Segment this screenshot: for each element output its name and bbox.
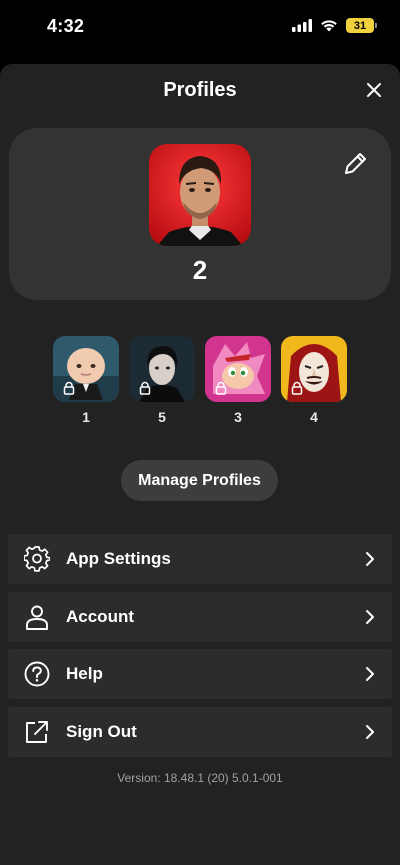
external-link-icon: [23, 718, 51, 746]
menu-label: App Settings: [66, 549, 171, 568]
menu-item-help[interactable]: Help: [8, 649, 392, 699]
active-profile-card: 2: [9, 128, 391, 300]
profile-item[interactable]: 3: [205, 336, 271, 425]
profile-label: 5: [158, 409, 166, 425]
chevron-right-icon: [366, 610, 374, 624]
battery-indicator: 31: [346, 18, 377, 33]
menu-label: Account: [66, 607, 134, 626]
menu-item-account[interactable]: Account: [8, 592, 392, 642]
profile-label: 4: [310, 409, 318, 425]
chevron-right-icon: [366, 667, 374, 681]
lock-icon: [139, 381, 151, 395]
status-time: 4:32: [47, 16, 85, 36]
chevron-right-icon: [366, 725, 374, 739]
profile-item[interactable]: 1: [53, 336, 119, 425]
lock-icon: [63, 381, 75, 395]
profile-list: 1 5 3 4: [0, 336, 400, 426]
active-profile-name: 2: [192, 255, 208, 285]
profile-avatar-pink-hedgehog: [205, 336, 271, 402]
lock-icon: [215, 381, 227, 395]
profile-avatar-dark-hair: [129, 336, 195, 402]
status-bar: 4:32 31: [0, 0, 400, 56]
pencil-icon: [345, 153, 366, 174]
sheet-title: Profiles: [163, 79, 237, 101]
version-text: Version: 18.48.1 (20) 5.0.1-001: [117, 771, 283, 785]
menu-item-app-settings[interactable]: App Settings: [8, 534, 392, 584]
chevron-right-icon: [366, 552, 374, 566]
profiles-sheet: Profiles 2 1 5 3 4 Manage Profiles App S…: [0, 64, 400, 865]
manage-profiles-button[interactable]: Manage Profiles: [121, 460, 278, 501]
menu-label: Help: [66, 664, 103, 683]
cellular-signal-icon: [292, 19, 312, 32]
wifi-icon: [321, 20, 337, 32]
profile-label: 3: [234, 409, 242, 425]
question-icon: [23, 660, 51, 688]
active-profile-avatar[interactable]: [149, 144, 251, 246]
close-button[interactable]: [362, 78, 386, 102]
menu-label: Sign Out: [66, 722, 137, 741]
person-icon: [23, 603, 51, 631]
status-icons: 31: [292, 18, 377, 33]
menu-item-sign-out[interactable]: Sign Out: [8, 707, 392, 757]
close-icon: [367, 83, 381, 97]
edit-profile-button[interactable]: [341, 150, 369, 178]
profile-avatar-baby: [53, 336, 119, 402]
profile-label: 1: [82, 409, 90, 425]
profile-item[interactable]: 4: [281, 336, 347, 425]
avatar-man-portrait-icon: [149, 144, 251, 246]
lock-icon: [291, 381, 303, 395]
profile-avatar-mask: [281, 336, 347, 402]
gear-icon: [23, 545, 51, 573]
profile-item[interactable]: 5: [129, 336, 195, 425]
